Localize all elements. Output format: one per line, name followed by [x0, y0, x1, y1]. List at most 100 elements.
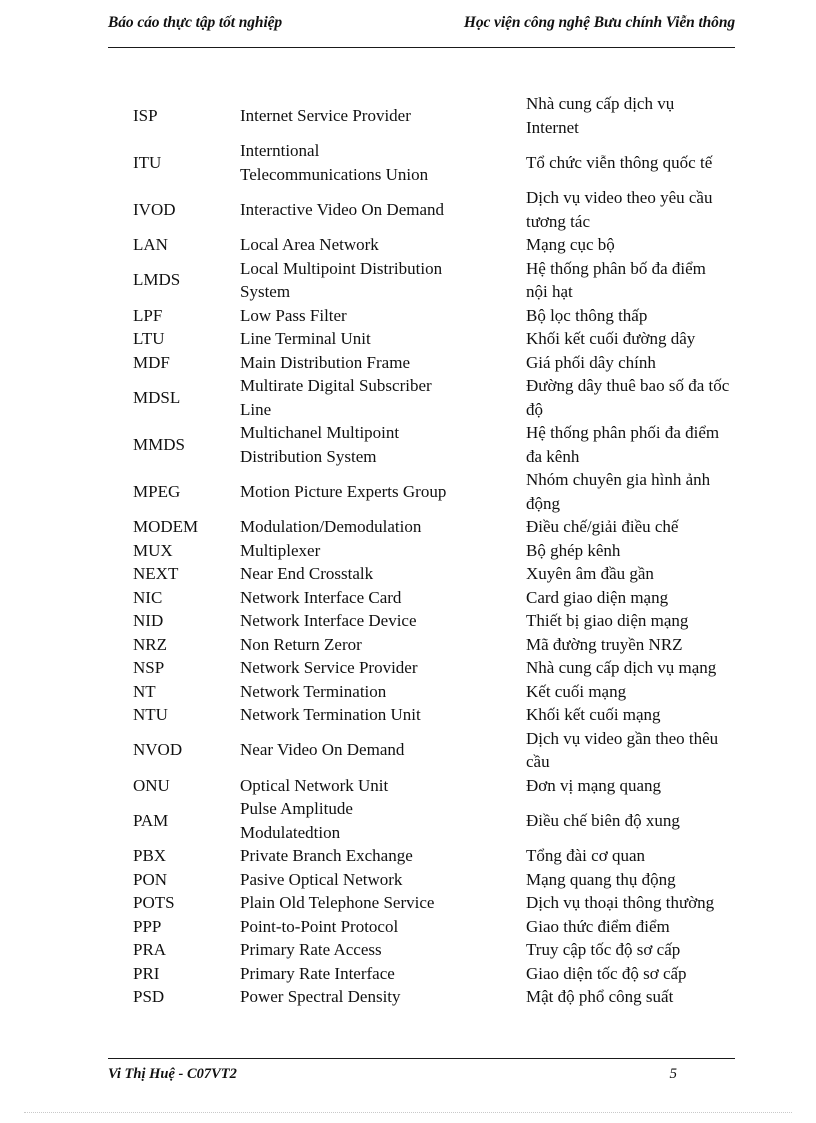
vietnamese-line: Giao diện tốc độ sơ cấp [526, 963, 687, 983]
expansion-line: Interntional [240, 141, 320, 160]
vietnamese-meaning-cell: Tổng đài cơ quan [526, 844, 781, 868]
vietnamese-line: Hệ thống phân bố đa điểm [526, 258, 706, 278]
vietnamese-meaning-cell: Đường dây thuê bao số đa tốc độ [526, 374, 781, 421]
abbreviation-cell: LAN [133, 235, 168, 254]
expansion-line: Network Interface Device [240, 611, 417, 630]
expansion-line: Power Spectral Density [240, 987, 401, 1006]
vietnamese-line: Bộ lọc thông thấp [526, 305, 648, 325]
vietnamese-meaning-cell: Hệ thống phân phối đa điểm đa kênh [526, 421, 781, 468]
table-row: NVOD Near Video On Demand Dịch vụ video gầ… [133, 727, 781, 774]
expansion-cell: Network Interface Device [240, 609, 526, 633]
abbreviation-cell: IVOD [133, 199, 176, 219]
vietnamese-line: Mã đường truyền NRZ [526, 634, 683, 654]
vietnamese-meaning-cell: Xuyên âm đầu gần [526, 562, 781, 586]
expansion-line: Point-to-Point Protocol [240, 916, 399, 936]
vietnamese-line: Bộ ghép kênh [526, 540, 621, 560]
table-row: POTS Plain Old Telephone Service Dịch vụ t… [133, 891, 781, 915]
vietnamese-meaning-cell: Đơn vị mạng quang [526, 774, 781, 798]
vietnamese-line: Khối kết cuối mạng [526, 705, 661, 724]
table-row: PPP Point-to-Point Protocol Giao thức điểm… [133, 915, 781, 939]
vietnamese-meaning-cell: Bộ lọc thông thấp [526, 304, 781, 328]
vietnamese-line: Tổng đài cơ quan [526, 846, 645, 865]
running-footer: Vi Thị Huệ - C07VT2 5 [108, 1066, 735, 1083]
expansion-line: Motion Picture Experts Group [240, 481, 447, 501]
footer-author: Vi Thị Huệ - C07VT2 [108, 1066, 237, 1082]
expansion-cell: Pulse Amplitude Modulatedtion [240, 797, 526, 844]
table-row: MDSL Multirate Digital Subscriber Line Đườn… [133, 374, 781, 421]
vietnamese-line: Dịch vụ video gần theo thêu [526, 728, 719, 748]
expansion-cell: Network Service Provider [240, 656, 526, 680]
expansion-cell: Line Terminal Unit [240, 327, 526, 351]
abbreviation-cell: PBX [133, 846, 167, 865]
vietnamese-line: Điều chế biên độ xung [526, 810, 680, 830]
expansion-cell: Internet Service Provider [240, 92, 526, 139]
header-right-text: Học viện công nghệ Bưu chính Viễn thông [463, 14, 735, 31]
abbreviation-cell: NT [133, 681, 156, 701]
vietnamese-line: Mật độ phổ công suất [526, 987, 674, 1006]
vietnamese-meaning-cell: Điều chế biên độ xung [526, 797, 781, 844]
vietnamese-line: Dịch vụ thoại thông thường [526, 893, 715, 912]
abbreviation-cell: NIC [133, 587, 163, 607]
abbreviation-cell: MODEM [133, 517, 199, 536]
vietnamese-line: Giá phối dây chính [526, 352, 656, 372]
vietnamese-line: động [526, 493, 560, 513]
expansion-cell: Pasive Optical Network [240, 868, 526, 892]
expansion-line: Primary Rate Interface [240, 963, 395, 983]
expansion-line: Main Distribution Frame [240, 352, 410, 372]
vietnamese-meaning-cell: Giao thức điểm điểm [526, 915, 781, 939]
vietnamese-line: nội hạt [526, 282, 573, 301]
vietnamese-meaning-cell: Truy cập tốc độ sơ cấp [526, 938, 781, 962]
header-divider-rule [108, 47, 735, 48]
expansion-cell: Optical Network Unit [240, 774, 526, 798]
table-row: NIC Network Interface Card Card giao diện … [133, 586, 781, 610]
abbreviation-cell: ISP [133, 105, 158, 125]
table-row: LPF Low Pass Filter Bộ lọc thông thấp [133, 304, 781, 328]
table-row: PAM Pulse Amplitude Modulatedtion Điều chế … [133, 797, 781, 844]
expansion-line: Near End Crosstalk [240, 564, 374, 583]
expansion-line: Pulse Amplitude [240, 799, 353, 818]
document-page: Báo cáo thực tập tốt nghiệp Học viện côn… [0, 0, 816, 1123]
table-row: IVOD Interactive Video On Demand Dịch vụ v… [133, 186, 781, 233]
expansion-line: Network Termination Unit [240, 705, 421, 724]
expansion-line: Local Multipoint Distribution [240, 258, 443, 278]
vietnamese-meaning-cell: Dịch vụ thoại thông thường [526, 891, 781, 915]
vietnamese-line: Mạng quang thụ động [526, 869, 676, 889]
abbreviation-cell: MDSL [133, 387, 181, 407]
expansion-cell: Multiplexer [240, 539, 526, 563]
table-row: MPEG Motion Picture Experts Group Nhóm chu… [133, 468, 781, 515]
expansion-line: Multichanel Multipoint [240, 423, 400, 442]
table-row: MUX Multiplexer Bộ ghép kênh [133, 539, 781, 563]
expansion-cell: Low Pass Filter [240, 304, 526, 328]
expansion-line: Optical Network Unit [240, 775, 389, 795]
vietnamese-line: Đường dây thuê bao số đa tốc [526, 376, 730, 395]
expansion-line: Internet Service Provider [240, 105, 411, 125]
table-row: NRZ Non Return Zeror Mã đường truyền NRZ [133, 633, 781, 657]
expansion-line: Network Interface Card [240, 587, 402, 607]
table-row: MDF Main Distribution Frame Giá phối dây c… [133, 351, 781, 375]
vietnamese-line: tương tác [526, 211, 590, 231]
vietnamese-line: Card giao diện mạng [526, 587, 669, 607]
table-row: NID Network Interface Device Thiết bị giao… [133, 609, 781, 633]
page-bottom-edge [24, 1112, 792, 1113]
table-row: ISP Internet Service Provider Nhà cung cấp… [133, 92, 781, 139]
vietnamese-meaning-cell: Tổ chức viễn thông quốc tế [526, 139, 781, 186]
vietnamese-meaning-cell: Hệ thống phân bố đa điểm nội hạt [526, 257, 781, 304]
vietnamese-meaning-cell: Điều chế/giải điều chế [526, 515, 781, 539]
vietnamese-line: Nhà cung cấp dịch vụ [526, 94, 675, 113]
vietnamese-meaning-cell: Mật độ phổ công suất [526, 985, 781, 1009]
abbreviation-cell: PAM [133, 810, 169, 830]
vietnamese-line: Điều chế/giải điều chế [526, 517, 679, 536]
vietnamese-line: Nhóm chuyên gia hình ảnh [526, 470, 711, 489]
vietnamese-line: Internet [526, 117, 579, 137]
abbreviation-cell: LMDS [133, 270, 181, 290]
vietnamese-meaning-cell: Giao diện tốc độ sơ cấp [526, 962, 781, 986]
abbreviation-cell: NRZ [133, 634, 167, 654]
vietnamese-line: cầu [526, 752, 550, 771]
vietnamese-meaning-cell: Nhà cung cấp dịch vụ Internet [526, 92, 781, 139]
expansion-line: Primary Rate Access [240, 940, 382, 959]
table-row: LAN Local Area Network Mạng cục bộ [133, 233, 781, 257]
vietnamese-meaning-cell: Bộ ghép kênh [526, 539, 781, 563]
expansion-line: Network Termination [240, 681, 387, 701]
abbreviation-cell: PRI [133, 963, 160, 983]
expansion-cell: Near Video On Demand [240, 727, 526, 774]
